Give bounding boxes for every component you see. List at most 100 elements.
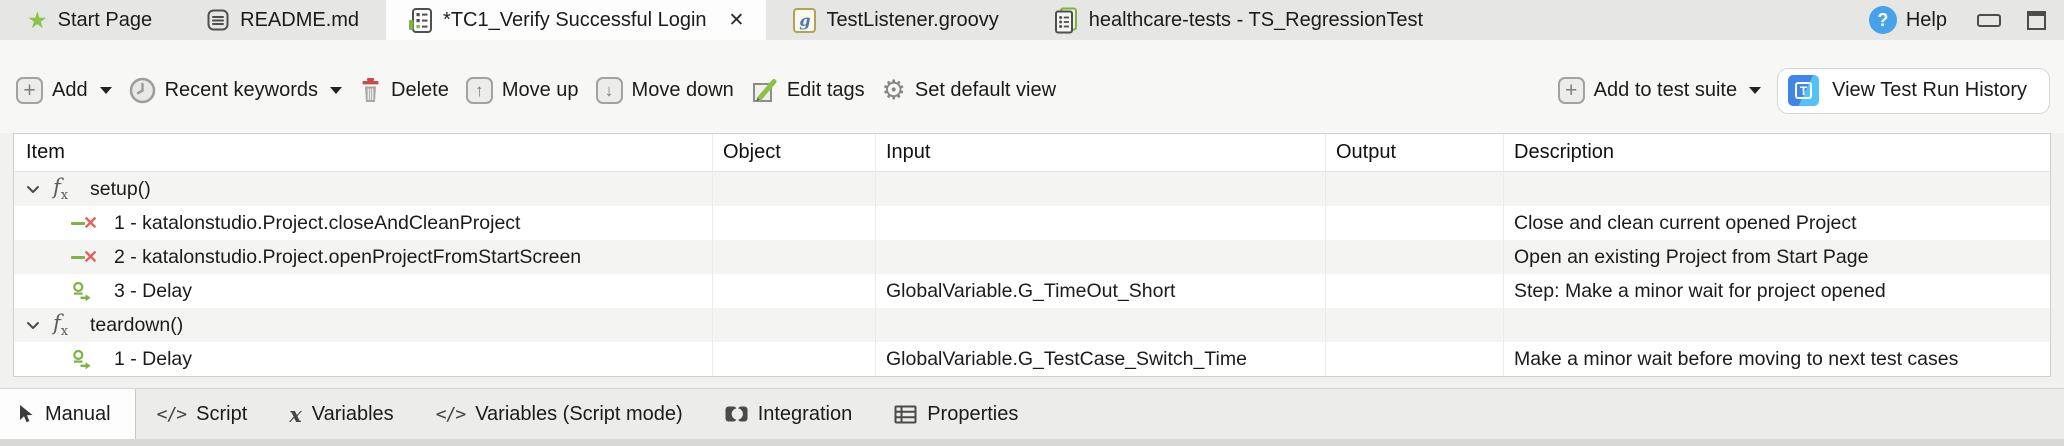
step-item-label: teardown() xyxy=(90,314,183,337)
step-object xyxy=(713,308,876,342)
column-header-description[interactable]: Description xyxy=(1504,134,2050,171)
test-case-toolbar: + Add Recent keywords Delete ↑ Move up ↓… xyxy=(0,40,2064,133)
tab-tc1-verify-successful-login[interactable]: *TC1_Verify Successful Login ✕ xyxy=(386,0,766,40)
window-controls: ? Help xyxy=(1869,0,2064,40)
window-bottom-edge xyxy=(0,439,2064,446)
step-item-label: setup() xyxy=(90,178,151,201)
help-button[interactable]: ? Help xyxy=(1869,6,1947,34)
function-icon: fx xyxy=(53,175,81,203)
recent-keywords-button[interactable]: Recent keywords xyxy=(129,77,342,104)
step-input: GlobalVariable.G_TimeOut_Short xyxy=(876,274,1326,308)
testops-icon: T xyxy=(1788,75,1819,106)
gear-icon: ⚙ xyxy=(882,77,906,104)
tab-variables[interactable]: x Variables xyxy=(268,389,414,439)
arrow-down-icon: ↓ xyxy=(596,77,623,104)
column-header-item[interactable]: Item xyxy=(14,134,713,171)
toolbar-right-group: + Add to test suite T View Test Run Hist… xyxy=(1558,68,2050,114)
edit-tags-button[interactable]: Edit tags xyxy=(751,77,865,104)
column-header-output[interactable]: Output xyxy=(1326,134,1504,171)
move-up-button[interactable]: ↑ Move up xyxy=(466,77,579,104)
step-output xyxy=(1326,274,1504,308)
close-icon[interactable]: ✕ xyxy=(729,11,745,30)
test-case-icon xyxy=(408,7,433,34)
tab-script[interactable]: </> Script xyxy=(136,389,269,439)
step-input xyxy=(876,240,1326,274)
help-label: Help xyxy=(1906,9,1947,32)
table-row-step[interactable]: 1 - Delay GlobalVariable.G_TestCase_Swit… xyxy=(14,342,2050,376)
tab-healthcare-tests-regression[interactable]: healthcare-tests - TS_RegressionTest xyxy=(1026,0,1450,40)
variable-x-icon: x xyxy=(289,402,302,427)
properties-table-icon xyxy=(894,404,917,425)
step-input: GlobalVariable.G_TestCase_Switch_Time xyxy=(876,342,1326,376)
maximize-icon[interactable] xyxy=(2027,11,2046,30)
view-mode-tabbar: Manual </> Script x Variables </> Variab… xyxy=(0,388,2064,439)
add-to-test-suite-button[interactable]: + Add to test suite xyxy=(1558,77,1761,104)
tab-label: TestListener.groovy xyxy=(826,9,998,32)
minimize-icon[interactable] xyxy=(1977,14,2001,27)
step-output xyxy=(1326,240,1504,274)
groovy-file-icon: g xyxy=(793,8,816,33)
view-test-run-history-button[interactable]: T View Test Run History xyxy=(1777,68,2050,114)
step-item-label: 1 - Delay xyxy=(114,348,192,371)
step-object xyxy=(713,342,876,376)
builtin-keyword-icon xyxy=(71,349,105,370)
code-icon: </> xyxy=(157,404,187,425)
delete-button[interactable]: Delete xyxy=(359,77,449,104)
trash-icon xyxy=(359,77,382,104)
table-row-step[interactable]: ✕ 2 - katalonstudio.Project.openProjectF… xyxy=(14,240,2050,274)
table-row-step[interactable]: 3 - Delay GlobalVariable.G_TimeOut_Short… xyxy=(14,274,2050,308)
edit-pencil-icon xyxy=(751,77,778,104)
step-object xyxy=(713,274,876,308)
step-item-label: 2 - katalonstudio.Project.openProjectFro… xyxy=(114,246,581,269)
integration-icon xyxy=(725,404,748,424)
editor-tabbar: ★ Start Page README.md *TC1_Verify Succe… xyxy=(0,0,2064,40)
tab-properties[interactable]: Properties xyxy=(873,389,1039,439)
tab-testlistener-groovy[interactable]: g TestListener.groovy xyxy=(766,0,1025,40)
column-header-object[interactable]: Object xyxy=(713,134,876,171)
builtin-keyword-icon xyxy=(71,281,105,302)
table-row-step[interactable]: ✕ 1 - katalonstudio.Project.closeAndClea… xyxy=(14,206,2050,240)
tab-label: *TC1_Verify Successful Login xyxy=(443,9,706,32)
step-description xyxy=(1504,308,2050,342)
help-icon: ? xyxy=(1869,6,1897,34)
step-description: Step: Make a minor wait for project open… xyxy=(1504,274,2050,308)
set-default-view-button[interactable]: ⚙ Set default view xyxy=(882,77,1056,104)
step-input xyxy=(876,308,1326,342)
step-object xyxy=(713,206,876,240)
clock-icon xyxy=(129,77,156,104)
chevron-down-icon xyxy=(1749,87,1761,94)
move-down-button[interactable]: ↓ Move down xyxy=(596,77,734,104)
plus-icon: + xyxy=(16,77,43,104)
step-output xyxy=(1326,342,1504,376)
chevron-down-icon[interactable] xyxy=(22,321,44,330)
step-item-label: 1 - katalonstudio.Project.closeAndCleanP… xyxy=(114,212,520,235)
tab-label: Start Page xyxy=(58,9,153,32)
step-description: Open an existing Project from Start Page xyxy=(1504,240,2050,274)
code-icon: </> xyxy=(436,404,466,425)
custom-keyword-icon: ✕ xyxy=(71,248,105,266)
star-icon: ★ xyxy=(27,9,48,32)
tab-manual[interactable]: Manual xyxy=(0,389,136,439)
tab-readme[interactable]: README.md xyxy=(179,0,386,40)
step-output xyxy=(1326,172,1504,206)
add-button[interactable]: + Add xyxy=(16,77,112,104)
table-row-teardown[interactable]: fx teardown() xyxy=(14,308,2050,342)
function-icon: fx xyxy=(53,311,81,339)
step-output xyxy=(1326,206,1504,240)
chevron-down-icon[interactable] xyxy=(22,185,44,194)
step-description: Close and clean current opened Project xyxy=(1504,206,2050,240)
plus-icon: + xyxy=(1558,77,1585,104)
step-input xyxy=(876,172,1326,206)
tab-start-page[interactable]: ★ Start Page xyxy=(0,0,179,40)
test-steps-table: Item Object Input Output Description fx … xyxy=(13,133,2051,377)
table-row-setup[interactable]: fx setup() xyxy=(14,172,2050,206)
step-description xyxy=(1504,172,2050,206)
tab-label: README.md xyxy=(240,9,359,32)
custom-keyword-icon: ✕ xyxy=(71,214,105,232)
tab-integration[interactable]: Integration xyxy=(704,389,874,439)
tab-variables-script-mode[interactable]: </> Variables (Script mode) xyxy=(415,389,704,439)
table-header-row: Item Object Input Output Description xyxy=(14,134,2050,172)
step-description: Make a minor wait before moving to next … xyxy=(1504,342,2050,376)
step-output xyxy=(1326,308,1504,342)
column-header-input[interactable]: Input xyxy=(876,134,1326,171)
